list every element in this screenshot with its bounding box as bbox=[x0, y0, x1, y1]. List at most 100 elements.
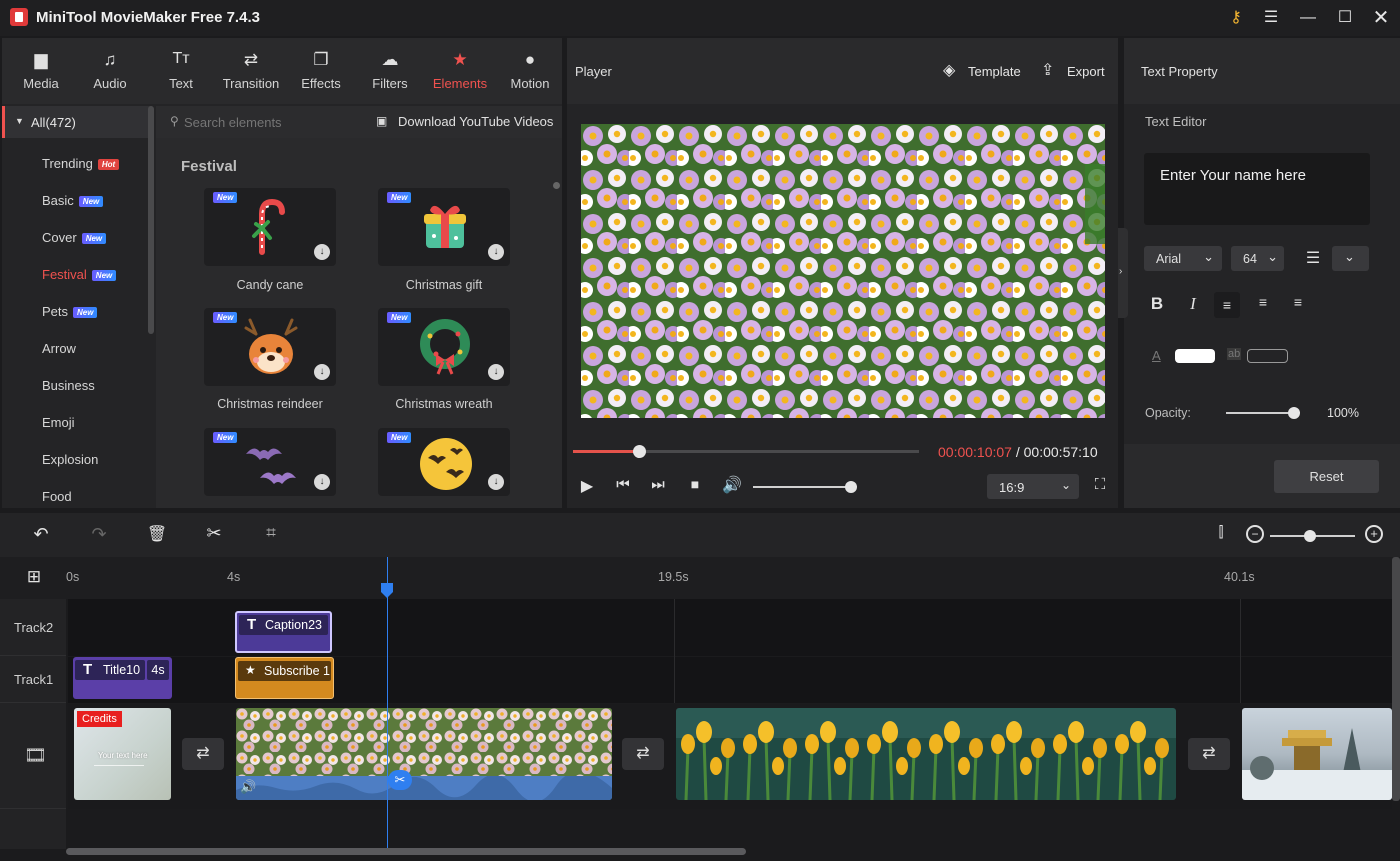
horizontal-scrollbar[interactable] bbox=[66, 848, 746, 855]
italic-button[interactable]: I bbox=[1182, 294, 1204, 314]
collapse-panel-handle[interactable]: › bbox=[1118, 228, 1128, 318]
transition-slot-button[interactable]: ⇄ bbox=[1188, 738, 1230, 770]
stop-button[interactable]: ■ bbox=[686, 476, 704, 492]
clip-volume-icon[interactable]: 🔊 bbox=[240, 779, 256, 795]
zoom-handle[interactable] bbox=[1303, 530, 1316, 542]
redo-icon[interactable]: ↷ bbox=[88, 524, 110, 545]
bold-button[interactable]: B bbox=[1146, 294, 1168, 314]
timeline-ruler[interactable]: ⊞ 0s 4s 19.5s 40.1s bbox=[0, 557, 1400, 599]
ruler-tick: 0s bbox=[66, 570, 80, 584]
tab-motion[interactable]: ● Motion bbox=[495, 38, 565, 104]
transition-slot-button[interactable]: ⇄ bbox=[182, 738, 224, 770]
maximize-button[interactable]: ☐ bbox=[1332, 6, 1358, 30]
element-card-christmas-wreath[interactable]: New ↓ bbox=[378, 308, 510, 386]
next-frame-button[interactable]: ⏭ bbox=[648, 476, 668, 493]
background-color-swatch[interactable] bbox=[1247, 349, 1288, 363]
download-icon[interactable]: ↓ bbox=[314, 474, 330, 490]
category-festival[interactable]: Festival New bbox=[42, 267, 117, 282]
track2-label[interactable]: Track2 bbox=[0, 599, 66, 656]
tab-transition[interactable]: ⇄ Transition bbox=[216, 38, 286, 104]
category-emoji[interactable]: Emoji bbox=[42, 415, 75, 430]
crop-icon[interactable]: ⌗ bbox=[260, 523, 282, 543]
line-spacing-select[interactable]: ⌄ bbox=[1332, 246, 1369, 271]
search-input[interactable] bbox=[184, 112, 364, 132]
progress-track[interactable] bbox=[573, 445, 919, 458]
download-youtube-button[interactable]: Download YouTube Videos bbox=[398, 114, 553, 129]
category-explosion[interactable]: Explosion bbox=[42, 452, 98, 467]
element-card-candy-cane[interactable]: New ↓ bbox=[204, 188, 336, 266]
close-button[interactable]: ✕ bbox=[1368, 6, 1394, 30]
snow-temple-clip[interactable] bbox=[1242, 708, 1392, 800]
download-icon[interactable]: ↓ bbox=[488, 364, 504, 380]
delete-icon[interactable]: 🗑 bbox=[146, 524, 168, 544]
undo-icon[interactable]: ↶ bbox=[30, 524, 52, 545]
category-business[interactable]: Business bbox=[42, 378, 95, 393]
flowers-video-clip[interactable]: 🔊 bbox=[236, 708, 612, 800]
category-basic[interactable]: Basic New bbox=[42, 193, 104, 208]
category-pets[interactable]: Pets New bbox=[42, 304, 98, 319]
align-left-button[interactable]: ≡ bbox=[1214, 292, 1240, 318]
tulips-video-clip[interactable] bbox=[676, 708, 1176, 800]
category-all[interactable]: ▼ All(472) bbox=[2, 106, 152, 138]
progress-handle[interactable] bbox=[632, 445, 646, 458]
opacity-handle[interactable] bbox=[1288, 407, 1300, 419]
align-center-button[interactable]: ≡ bbox=[1252, 294, 1274, 310]
element-card-bats[interactable]: New ↓ bbox=[204, 428, 336, 496]
split-scissors-icon[interactable]: ✂ bbox=[203, 523, 225, 544]
add-track-icon[interactable]: ⊞ bbox=[24, 567, 44, 587]
tab-text[interactable]: Tт Text bbox=[146, 38, 216, 104]
chevron-down-icon: ⌄ bbox=[1344, 249, 1355, 264]
download-icon[interactable]: ↓ bbox=[488, 244, 504, 260]
element-card-christmas-gift[interactable]: New ↓ bbox=[378, 188, 510, 266]
reset-button[interactable]: Reset bbox=[1274, 460, 1379, 493]
menu-icon[interactable]: ☰ bbox=[1258, 6, 1284, 30]
fullscreen-icon[interactable]: ⛶ bbox=[1091, 476, 1109, 493]
title-clip[interactable]: T Title10 4s bbox=[73, 657, 172, 699]
opacity-slider[interactable] bbox=[1226, 407, 1300, 419]
category-cover[interactable]: Cover New bbox=[42, 230, 107, 245]
vertical-scrollbar[interactable] bbox=[1392, 557, 1400, 801]
tab-filters[interactable]: ☁ Filters bbox=[355, 38, 425, 104]
credits-clip[interactable]: Credits Your text here bbox=[74, 708, 171, 800]
category-food[interactable]: Food bbox=[42, 489, 72, 504]
track1-label[interactable]: Track1 bbox=[0, 656, 66, 703]
line-spacing-icon[interactable]: ☰ bbox=[1302, 248, 1324, 268]
font-select[interactable]: Arial ⌄ bbox=[1144, 246, 1222, 271]
video-preview[interactable] bbox=[581, 124, 1105, 418]
category-scrollbar[interactable] bbox=[148, 106, 154, 334]
zoom-out-icon[interactable]: − bbox=[1246, 525, 1264, 543]
scroll-indicator[interactable] bbox=[553, 182, 560, 189]
subscribe-element-clip[interactable]: ★ Subscribe 1 bbox=[235, 657, 334, 699]
tab-elements[interactable]: ★ Elements bbox=[425, 38, 495, 104]
volume-slider[interactable] bbox=[753, 481, 857, 493]
fit-timeline-icon[interactable]: ⫿ bbox=[1210, 524, 1232, 541]
volume-handle[interactable] bbox=[845, 481, 857, 493]
align-right-button[interactable]: ≡ bbox=[1287, 294, 1309, 310]
tab-media[interactable]: ▆ Media bbox=[6, 38, 76, 104]
text-editor-box[interactable]: Enter Your name here bbox=[1144, 153, 1370, 225]
download-icon[interactable]: ↓ bbox=[488, 474, 504, 490]
transition-slot-button[interactable]: ⇄ bbox=[622, 738, 664, 770]
previous-frame-button[interactable]: ⏮ bbox=[613, 476, 633, 493]
tab-audio[interactable]: ♫ Audio bbox=[75, 38, 145, 104]
caption-clip[interactable]: T Caption23 bbox=[235, 611, 332, 653]
split-at-playhead-icon[interactable]: ✂ bbox=[388, 770, 412, 790]
font-size-select[interactable]: 64 ⌄ bbox=[1231, 246, 1284, 271]
text-color-swatch[interactable] bbox=[1175, 349, 1215, 363]
download-icon[interactable]: ↓ bbox=[314, 364, 330, 380]
element-card-christmas-reindeer[interactable]: New ↓ bbox=[204, 308, 336, 386]
tab-effects[interactable]: ❐ Effects bbox=[286, 38, 356, 104]
minimize-button[interactable]: — bbox=[1295, 6, 1321, 30]
aspect-ratio-select[interactable]: 16:9 ⌄ bbox=[987, 474, 1079, 499]
element-card-halloween-moon[interactable]: New ↓ bbox=[378, 428, 510, 496]
key-icon[interactable]: ⚷ bbox=[1223, 6, 1249, 30]
total-time: 00:00:57:10 bbox=[1023, 444, 1098, 460]
volume-icon[interactable]: 🔊 bbox=[721, 475, 743, 495]
zoom-slider[interactable] bbox=[1270, 530, 1355, 542]
new-badge: New bbox=[387, 192, 412, 203]
category-trending[interactable]: Trending Hot bbox=[42, 156, 120, 171]
download-icon[interactable]: ↓ bbox=[314, 244, 330, 260]
zoom-in-icon[interactable]: + bbox=[1365, 525, 1383, 543]
category-arrow[interactable]: Arrow bbox=[42, 341, 76, 356]
play-button[interactable]: ▶ bbox=[577, 476, 597, 496]
